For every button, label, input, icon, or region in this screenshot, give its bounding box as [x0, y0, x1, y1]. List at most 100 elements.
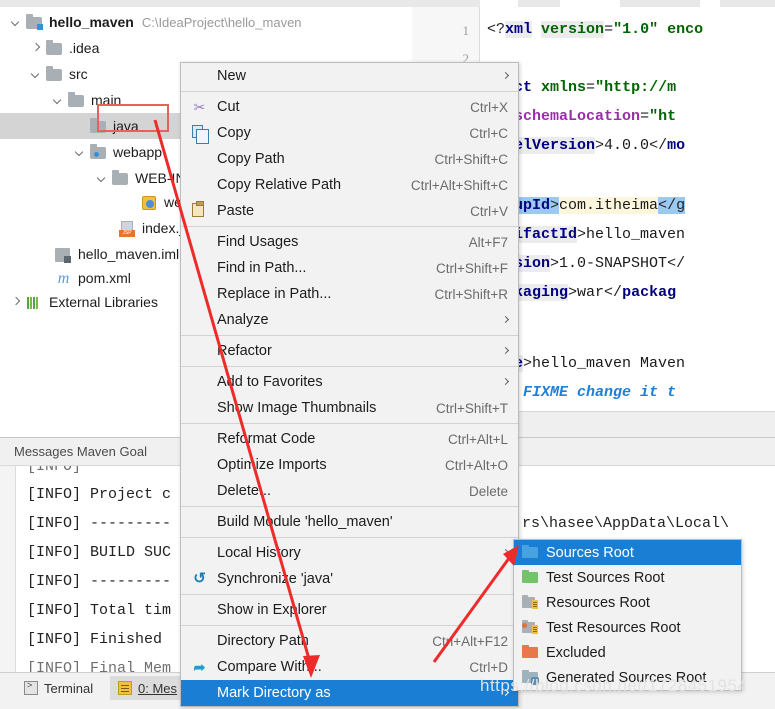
messages-icon: [118, 681, 132, 695]
menu-item-compare-with[interactable]: ➦ Compare With... Ctrl+D: [181, 654, 518, 680]
menu-item-optimize-imports[interactable]: Optimize Imports Ctrl+Alt+O: [181, 452, 518, 478]
blue-folder-icon: [522, 545, 538, 559]
compare-icon: ➦: [193, 659, 206, 675]
folder-icon: [90, 118, 107, 134]
messages-gutter: [0, 466, 16, 672]
menu-item-directory-path[interactable]: Directory Path Ctrl+Alt+F12: [181, 628, 518, 654]
menu-item-label: Directory Path: [217, 633, 309, 649]
libraries-icon: [26, 295, 43, 310]
menu-item-mark-directory-as[interactable]: Mark Directory as: [181, 680, 518, 706]
submenu-item-sources-root[interactable]: Sources Root: [514, 540, 741, 565]
chevron-down-icon[interactable]: [74, 146, 87, 159]
menu-item-label: Analyze: [217, 312, 269, 328]
menu-item-label: Synchronize 'java': [217, 571, 333, 587]
statusbar-tab-terminal[interactable]: Terminal: [16, 676, 101, 700]
menu-item-label: Delete...: [217, 483, 271, 499]
submenu-item-test-resources-root[interactable]: Test Resources Root: [514, 615, 741, 640]
xml-file-icon: [141, 195, 158, 210]
log-line: [INFO] ---------: [27, 573, 172, 590]
resources-folder-icon: [522, 595, 538, 609]
statusbar-tab-label: 0: Mes: [138, 680, 178, 696]
tree-row-hello-maven[interactable]: hello_maven C:\IdeaProject\hello_maven: [0, 9, 412, 35]
menu-item-label: Find Usages: [217, 234, 299, 250]
chevron-down-icon[interactable]: [30, 68, 43, 81]
jsp-file-icon: JSP: [119, 220, 136, 237]
submenu-item-label: Resources Root: [546, 594, 650, 611]
menu-separator: [181, 506, 518, 507]
tree-item-label: .idea: [69, 40, 100, 56]
webapp-folder-icon: [90, 144, 107, 160]
menu-item-label: Optimize Imports: [217, 457, 327, 473]
menu-separator: [181, 226, 518, 227]
maven-pom-icon: m: [57, 269, 70, 287]
menu-item-add-to-favorites[interactable]: Add to Favorites: [181, 369, 518, 395]
submenu-item-label: Test Sources Root: [546, 569, 665, 586]
submenu-item-excluded[interactable]: Excluded: [514, 640, 741, 665]
menu-item-find-usages[interactable]: Find Usages Alt+F7: [181, 229, 518, 255]
menu-item-synchronize[interactable]: ↺ Synchronize 'java': [181, 566, 518, 592]
sync-icon: ↺: [193, 570, 206, 587]
tree-item-label: hello_maven: [49, 14, 134, 30]
menu-item-label: Reformat Code: [217, 431, 316, 447]
menu-item-reformat-code[interactable]: Reformat Code Ctrl+Alt+L: [181, 426, 518, 452]
menu-item-build-module[interactable]: Build Module 'hello_maven': [181, 509, 518, 535]
statusbar-tab-messages[interactable]: 0: Mes: [110, 676, 186, 700]
chevron-right-icon[interactable]: [10, 296, 23, 309]
menu-item-label: Cut: [217, 99, 240, 115]
chevron-down-icon[interactable]: [52, 94, 65, 107]
submenu-item-test-sources-root[interactable]: Test Sources Root: [514, 565, 741, 590]
ide-window: hello_maven C:\IdeaProject\hello_maven .…: [0, 0, 775, 709]
tree-item-label: External Libraries: [49, 294, 158, 310]
scissors-icon: ✂: [193, 99, 206, 115]
menu-separator: [181, 537, 518, 538]
menu-item-accelerator: Ctrl+V: [470, 203, 508, 219]
tree-row-idea[interactable]: .idea: [0, 35, 412, 61]
context-menu: New ✂ Cut Ctrl+X Copy Ctrl+C Copy Path C…: [180, 62, 519, 707]
watermark-text: https://blog.csdn.net/1728451954: [480, 676, 748, 695]
code-text-area[interactable]: <?xml version="1.0" enco oject xmlns="ht…: [481, 7, 775, 437]
log-line: [INFO]: [27, 466, 82, 475]
menu-item-label: Copy: [217, 125, 251, 141]
menu-item-accelerator: Ctrl+C: [469, 125, 508, 141]
iml-file-icon: [55, 247, 72, 263]
menu-item-new[interactable]: New: [181, 63, 518, 89]
module-folder-icon: [26, 14, 43, 30]
test-resources-folder-icon: [522, 620, 538, 634]
menu-separator: [181, 625, 518, 626]
menu-item-accelerator: Ctrl+X: [470, 99, 508, 115]
menu-item-paste[interactable]: Paste Ctrl+V: [181, 198, 518, 224]
tree-item-label: webapp: [113, 144, 163, 160]
tree-item-label: hello_maven.iml: [78, 246, 180, 262]
menu-separator: [181, 91, 518, 92]
chevron-right-icon[interactable]: [30, 42, 43, 55]
menu-item-cut[interactable]: ✂ Cut Ctrl+X: [181, 94, 518, 120]
menu-item-replace-in-path[interactable]: Replace in Path... Ctrl+Shift+R: [181, 281, 518, 307]
menu-item-accelerator: Alt+F7: [468, 234, 508, 250]
menu-item-accelerator: Ctrl+Shift+C: [434, 151, 508, 167]
menu-item-copy-relative-path[interactable]: Copy Relative Path Ctrl+Alt+Shift+C: [181, 172, 518, 198]
log-line: [INFO] BUILD SUC: [27, 544, 172, 561]
menu-item-local-history[interactable]: Local History: [181, 540, 518, 566]
chevron-down-icon[interactable]: [10, 16, 23, 29]
menu-item-accelerator: Ctrl+Shift+T: [435, 400, 508, 416]
menu-item-label: Replace in Path...: [217, 286, 332, 302]
chevron-down-icon[interactable]: [96, 172, 109, 185]
menu-item-label: Copy Path: [217, 151, 285, 167]
menu-item-refactor[interactable]: Refactor: [181, 338, 518, 364]
menu-item-find-in-path[interactable]: Find in Path... Ctrl+Shift+F: [181, 255, 518, 281]
log-line: [INFO] Total tim: [27, 602, 172, 619]
menu-item-analyze[interactable]: Analyze: [181, 307, 518, 333]
folder-icon: [112, 170, 129, 186]
menu-item-accelerator: Delete: [468, 483, 508, 499]
menu-item-copy[interactable]: Copy Ctrl+C: [181, 120, 518, 146]
menu-separator: [181, 366, 518, 367]
menu-item-copy-path[interactable]: Copy Path Ctrl+Shift+C: [181, 146, 518, 172]
submenu-item-label: Sources Root: [546, 544, 634, 561]
submenu-item-label: Test Resources Root: [546, 619, 681, 636]
menu-item-delete[interactable]: Delete... Delete: [181, 478, 518, 504]
folder-icon: [46, 40, 63, 56]
menu-item-show-in-explorer[interactable]: Show in Explorer: [181, 597, 518, 623]
submenu-item-resources-root[interactable]: Resources Root: [514, 590, 741, 615]
menu-item-show-image-thumbnails[interactable]: Show Image Thumbnails Ctrl+Shift+T: [181, 395, 518, 421]
menu-item-accelerator: Ctrl+Shift+R: [434, 286, 508, 302]
